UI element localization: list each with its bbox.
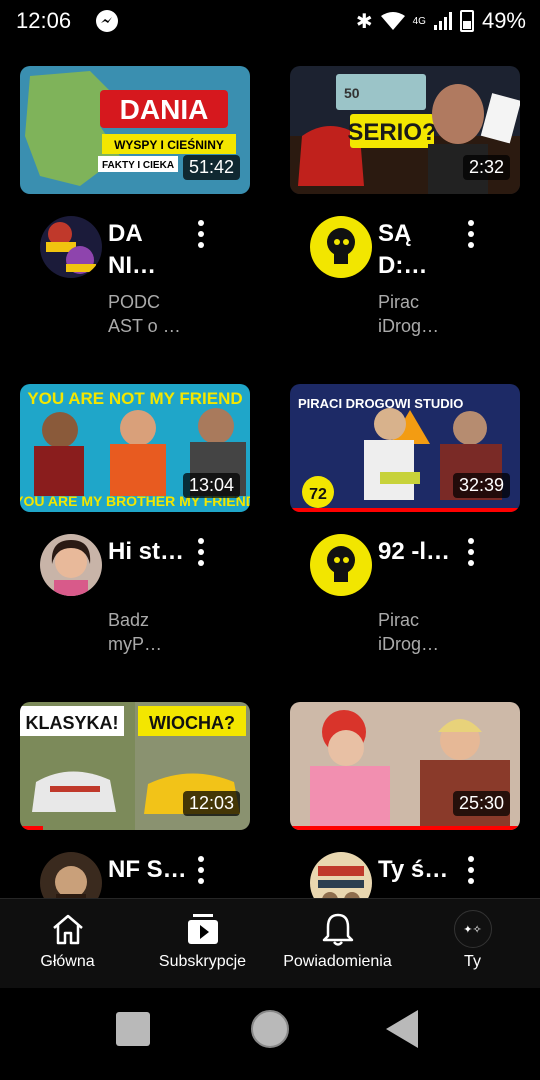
video-card[interactable]: DANIA WYSPY I CIEŚNINY FAKTY I CIEKA 51:… (20, 66, 250, 354)
thumbnail-subtitle: 50 (344, 85, 360, 101)
messenger-icon (96, 10, 118, 32)
thumbnail-title: YOU ARE NOT MY FRIEND (27, 389, 242, 408)
recent-apps-button[interactable] (116, 1012, 150, 1046)
more-options-icon[interactable] (464, 220, 478, 256)
more-options-icon[interactable] (464, 538, 478, 574)
video-duration: 51:42 (182, 155, 240, 180)
battery-icon (459, 10, 474, 32)
bluetooth-icon: ✱ (355, 10, 373, 33)
channel-name[interactable]: PODC AST o … (108, 290, 188, 338)
video-duration: 13:04 (182, 473, 240, 498)
thumbnail-title: PIRACI DROGOWI STUDIO (298, 396, 463, 411)
video-card[interactable]: 25:30 Ty ś… (290, 702, 520, 898)
video-thumbnail[interactable]: KLASYKA! WIOCHA? 12:03 (20, 702, 250, 830)
video-duration: 32:39 (452, 473, 510, 498)
network-type: 4G (412, 15, 426, 27)
status-bar: 12:06 ✱ 4G 49% (0, 0, 540, 44)
video-thumbnail[interactable]: 25:30 (290, 702, 520, 830)
back-button[interactable] (386, 1010, 418, 1048)
channel-avatar[interactable] (310, 534, 372, 596)
video-thumbnail[interactable]: 50 SERIO? 2:32 (290, 66, 520, 194)
nav-home[interactable]: Główna (0, 909, 135, 971)
thumbnail-number: 72 (309, 486, 327, 503)
status-time: 12:06 (16, 8, 72, 33)
video-card[interactable]: YOU ARE NOT MY FRIEND YOU ARE MY BROTHER… (20, 384, 250, 672)
video-title[interactable]: SĄ D:… (378, 218, 458, 282)
thumbnail-subtitle: WYSPY I CIEŚNINY (114, 137, 224, 152)
more-options-icon[interactable] (464, 856, 478, 892)
battery-percent: 49% (481, 8, 526, 33)
channel-avatar[interactable] (310, 216, 372, 278)
nav-subscriptions[interactable]: Subskrypcje (135, 909, 270, 971)
channel-name[interactable]: Badz myP… (108, 608, 188, 656)
nav-you-label: Ty (464, 953, 481, 970)
bottom-navigation: Główna Subskrypcje Powiadomienia ✦✧ Ty (0, 898, 540, 989)
more-options-icon[interactable] (194, 856, 208, 892)
video-title[interactable]: 92 -l… (378, 536, 458, 568)
thumbnail-subtitle: WIOCHA? (149, 713, 235, 733)
channel-avatar[interactable] (40, 216, 102, 278)
profile-avatar: ✦✧ (453, 910, 492, 948)
nav-notifications[interactable]: Powiadomienia (270, 909, 405, 971)
video-title[interactable]: NF S… (108, 854, 188, 886)
thumbnail-title: SERIO? (347, 119, 436, 146)
video-card[interactable]: PIRACI DROGOWI STUDIO 72 32:39 92 -l… Pi… (290, 384, 520, 672)
video-grid: DANIA WYSPY I CIEŚNINY FAKTY I CIEKA 51:… (0, 66, 540, 898)
video-thumbnail[interactable]: DANIA WYSPY I CIEŚNINY FAKTY I CIEKA 51:… (20, 66, 250, 194)
thumbnail-title: KLASYKA! (26, 713, 119, 733)
video-duration: 2:32 (462, 155, 510, 180)
signal-icon (433, 12, 452, 30)
home-button[interactable] (251, 1010, 289, 1048)
channel-avatar[interactable] (40, 534, 102, 596)
video-title[interactable]: Ty ś… (378, 854, 458, 886)
nav-subscriptions-label: Subskrypcje (158, 953, 247, 970)
thumbnail-title: DANIA (120, 94, 209, 125)
video-title[interactable]: Hi st… (108, 536, 188, 568)
more-options-icon[interactable] (194, 220, 208, 256)
subscriptions-icon (135, 909, 270, 949)
video-duration: 12:03 (182, 791, 240, 816)
channel-avatar[interactable] (40, 852, 102, 898)
wifi-icon (380, 12, 405, 30)
system-navigation-bar (0, 988, 540, 1080)
home-icon (0, 909, 135, 949)
video-title[interactable]: DA NI… (108, 218, 188, 282)
nav-home-label: Główna (40, 953, 95, 970)
channel-name[interactable]: Pirac iDrog… (378, 290, 458, 338)
video-thumbnail[interactable]: YOU ARE NOT MY FRIEND YOU ARE MY BROTHER… (20, 384, 250, 512)
video-card[interactable]: 50 SERIO? 2:32 SĄ D:… Pirac iDrog… (290, 66, 520, 354)
video-card[interactable]: KLASYKA! WIOCHA? 12:03 NF S… (20, 702, 250, 898)
bell-icon (270, 909, 405, 949)
channel-name[interactable]: Pirac iDrog… (378, 608, 458, 656)
nav-you[interactable]: ✦✧ Ty (405, 909, 540, 971)
video-thumbnail[interactable]: PIRACI DROGOWI STUDIO 72 32:39 (290, 384, 520, 512)
channel-avatar[interactable] (310, 852, 372, 898)
nav-notifications-label: Powiadomienia (283, 953, 392, 970)
video-duration: 25:30 (452, 791, 510, 816)
thumbnail-caption: FAKTY I CIEKA (102, 160, 174, 171)
more-options-icon[interactable] (194, 538, 208, 574)
